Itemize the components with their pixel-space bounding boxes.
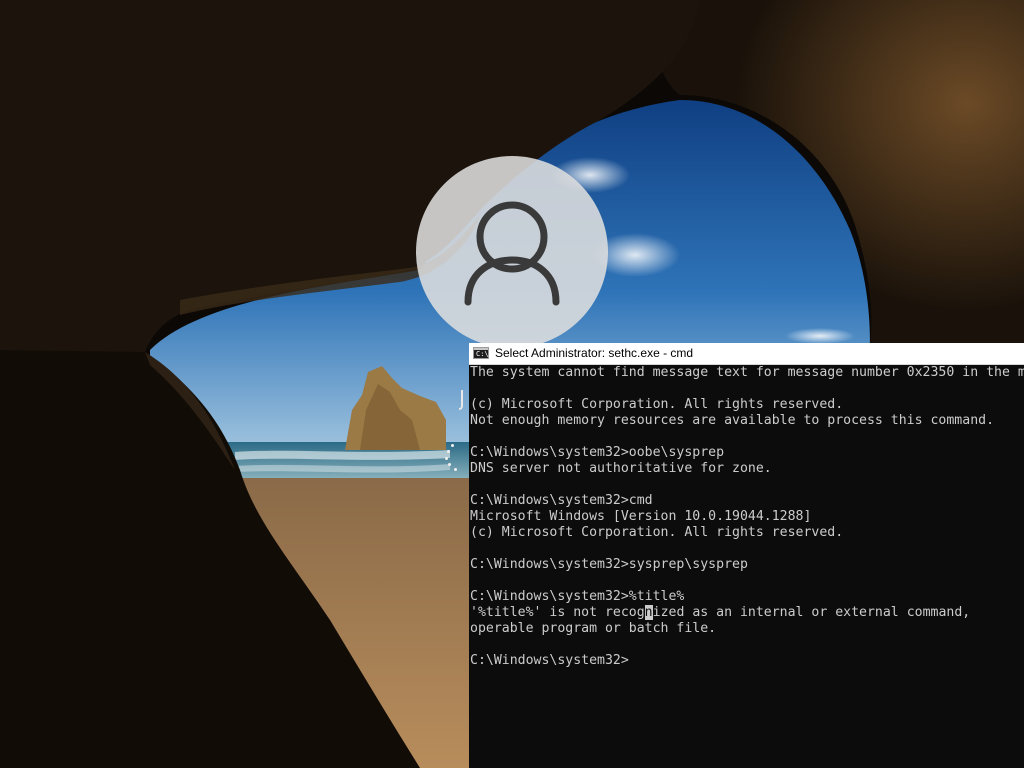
console-line: Not enough memory resources are availabl… bbox=[470, 413, 995, 428]
console-line: DNS server not authoritative for zone. bbox=[470, 461, 772, 476]
console-line: C:\Windows\system32>%title% bbox=[470, 589, 685, 604]
console-line: C:\Windows\system32> bbox=[470, 653, 629, 668]
console-line: (c) Microsoft Corporation. All rights re… bbox=[470, 397, 844, 412]
loading-spinner-icon bbox=[443, 444, 459, 474]
user-icon bbox=[464, 201, 560, 306]
console-line: C:\Windows\system32>sysprep\sysprep bbox=[470, 557, 748, 572]
console-window[interactable]: C:\ Select Administrator: sethc.exe - cm… bbox=[469, 343, 1024, 768]
console-titlebar[interactable]: C:\ Select Administrator: sethc.exe - cm… bbox=[469, 343, 1024, 365]
console-line-error: '%title%' is not recognized as an intern… bbox=[470, 605, 1024, 621]
console-line: Microsoft Windows [Version 10.0.19044.12… bbox=[470, 509, 812, 524]
console-text: ized as an internal or external command, bbox=[652, 605, 971, 620]
username-caret bbox=[459, 390, 463, 410]
console-line: (c) Microsoft Corporation. All rights re… bbox=[470, 525, 844, 540]
console-line: C:\Windows\system32>oobe\sysprep bbox=[470, 445, 725, 460]
console-output[interactable]: The system cannot find message text for … bbox=[470, 365, 1024, 768]
console-line: C:\Windows\system32>cmd bbox=[470, 493, 653, 508]
console-line: The system cannot find message text for … bbox=[470, 365, 1024, 380]
user-avatar bbox=[416, 156, 608, 348]
text-cursor: n bbox=[644, 605, 653, 620]
cmd-icon: C:\ bbox=[473, 347, 489, 359]
console-line: operable program or batch file. bbox=[470, 621, 717, 636]
console-text: '%title%' is not recog bbox=[470, 605, 645, 620]
console-title: Select Administrator: sethc.exe - cmd bbox=[495, 346, 694, 360]
